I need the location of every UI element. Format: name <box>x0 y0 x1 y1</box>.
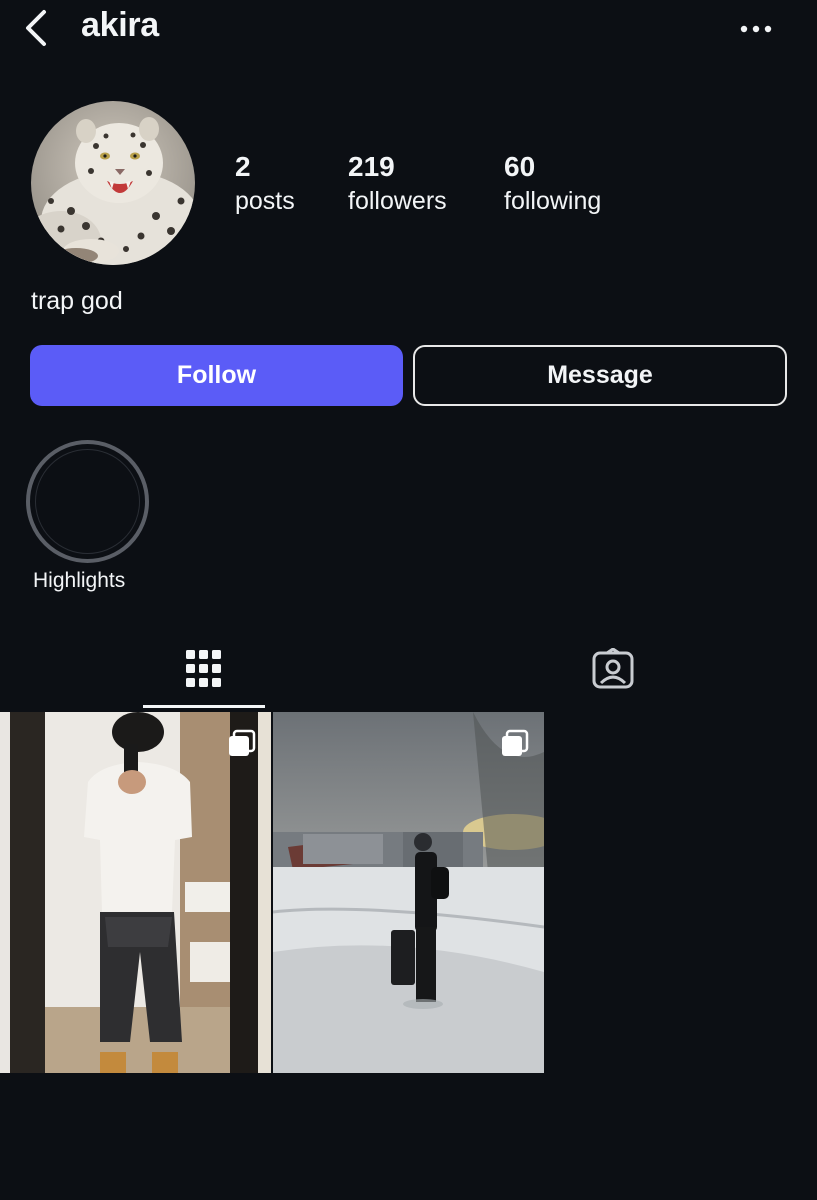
more-icon <box>740 25 772 33</box>
carousel-icon <box>502 729 529 756</box>
following-count-label: following <box>504 187 602 215</box>
profile-bio: trap god <box>31 287 123 315</box>
back-button[interactable] <box>18 8 58 48</box>
tab-tagged[interactable] <box>552 630 674 710</box>
active-tab-indicator <box>143 705 265 708</box>
tagged-icon <box>592 648 634 689</box>
follow-button[interactable]: Follow <box>30 345 403 406</box>
avatar[interactable] <box>31 101 195 265</box>
tab-posts-grid[interactable] <box>143 630 265 710</box>
followers-count-label: followers <box>348 187 447 215</box>
followers-count[interactable]: 219 followers <box>348 150 447 218</box>
carousel-icon <box>229 729 256 756</box>
profile-username: akira <box>81 6 159 44</box>
avatar-image <box>31 101 195 265</box>
highlight-circle[interactable] <box>26 440 149 563</box>
more-options-button[interactable] <box>736 16 780 40</box>
post-thumbnail[interactable] <box>0 712 271 1073</box>
posts-count-label: posts <box>235 187 295 215</box>
followers-count-value: 219 <box>348 151 395 182</box>
grid-icon <box>186 650 221 687</box>
post-image <box>273 712 544 1073</box>
chevron-left-icon <box>26 10 46 46</box>
profile-page: akira 2 posts 219 followers 60 following… <box>0 0 817 1200</box>
highlight-label: Highlights <box>33 569 126 592</box>
post-thumbnail[interactable] <box>273 712 544 1073</box>
following-count-value: 60 <box>504 151 536 182</box>
posts-count-value: 2 <box>235 151 251 182</box>
highlight-thumbnail <box>35 449 140 554</box>
message-button[interactable]: Message <box>413 345 787 406</box>
posts-count: 2 posts <box>235 150 295 218</box>
following-count[interactable]: 60 following <box>504 150 601 218</box>
post-image <box>0 712 271 1073</box>
